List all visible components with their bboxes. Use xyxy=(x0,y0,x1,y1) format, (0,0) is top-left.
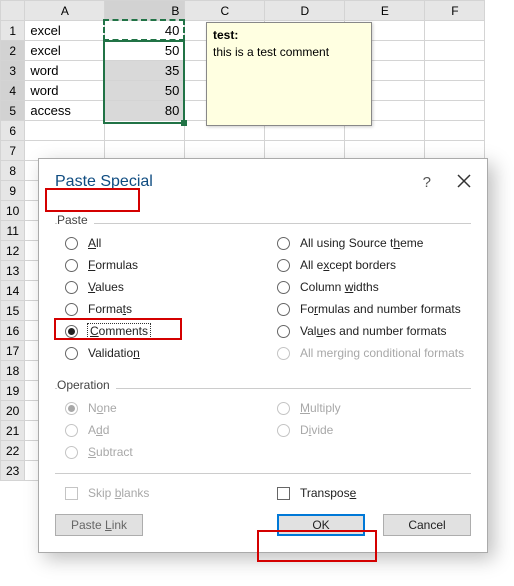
radio-all[interactable]: All xyxy=(65,236,259,250)
radio-source-theme[interactable]: All using Source theme xyxy=(277,236,471,250)
cell-comment: test: this is a test comment xyxy=(206,22,372,126)
row-header[interactable]: 6 xyxy=(1,121,25,141)
section-paste-label: Paste xyxy=(57,213,94,227)
radio-formats[interactable]: Formats xyxy=(65,302,259,316)
dialog-title: Paste Special xyxy=(55,173,153,191)
cell[interactable]: access xyxy=(25,101,105,121)
col-header-c[interactable]: C xyxy=(185,1,265,21)
col-header-e[interactable]: E xyxy=(345,1,425,21)
radio-formulas[interactable]: Formulas xyxy=(65,258,259,272)
col-header-a[interactable]: A xyxy=(25,1,105,21)
radio-comments[interactable]: Comments xyxy=(65,324,259,338)
radio-divide: Divide xyxy=(277,423,471,437)
row-header[interactable]: 4 xyxy=(1,81,25,101)
close-button[interactable] xyxy=(457,174,471,191)
comment-body: this is a test comment xyxy=(213,44,365,61)
paste-special-dialog: Paste Special ? Paste All Formulas Value… xyxy=(38,158,488,553)
col-header-d[interactable]: D xyxy=(265,1,345,21)
row-header[interactable]: 1 xyxy=(1,21,25,41)
radio-formulas-num[interactable]: Formulas and number formats xyxy=(277,302,471,316)
paste-link-button: Paste Link xyxy=(55,514,143,536)
cell[interactable]: 50 xyxy=(105,81,185,101)
cell[interactable]: word xyxy=(25,81,105,101)
cell[interactable]: 80 xyxy=(105,101,185,121)
ok-button[interactable]: OK xyxy=(277,514,365,536)
check-skip-blanks: Skip blanks xyxy=(65,486,259,500)
radio-none: None xyxy=(65,401,259,415)
cell[interactable]: 35 xyxy=(105,61,185,81)
radio-values-num[interactable]: Values and number formats xyxy=(277,324,471,338)
row-header[interactable]: 2 xyxy=(1,41,25,61)
radio-validation[interactable]: Validation xyxy=(65,346,259,360)
cell[interactable]: excel xyxy=(25,41,105,61)
radio-column-widths[interactable]: Column widths xyxy=(277,280,471,294)
cell[interactable]: excel xyxy=(25,21,105,41)
col-header-b[interactable]: B xyxy=(105,1,185,21)
radio-values[interactable]: Values xyxy=(65,280,259,294)
section-operation-label: Operation xyxy=(57,378,116,392)
select-all-corner[interactable] xyxy=(1,1,25,21)
radio-add: Add xyxy=(65,423,259,437)
cell[interactable]: word xyxy=(25,61,105,81)
radio-subtract: Subtract xyxy=(65,445,259,459)
radio-merge-cond: All merging conditional formats xyxy=(277,346,471,360)
cancel-button[interactable]: Cancel xyxy=(383,514,471,536)
cell[interactable]: 50 xyxy=(105,41,185,61)
help-button[interactable]: ? xyxy=(423,174,431,191)
row-header[interactable]: 5 xyxy=(1,101,25,121)
radio-except-borders[interactable]: All except borders xyxy=(277,258,471,272)
cell[interactable]: 40 xyxy=(105,21,185,41)
radio-multiply: Multiply xyxy=(277,401,471,415)
check-transpose[interactable]: Transpose xyxy=(277,486,471,500)
col-header-f[interactable]: F xyxy=(425,1,485,21)
row-header[interactable]: 3 xyxy=(1,61,25,81)
comment-title: test: xyxy=(213,27,365,44)
close-icon xyxy=(457,174,471,188)
